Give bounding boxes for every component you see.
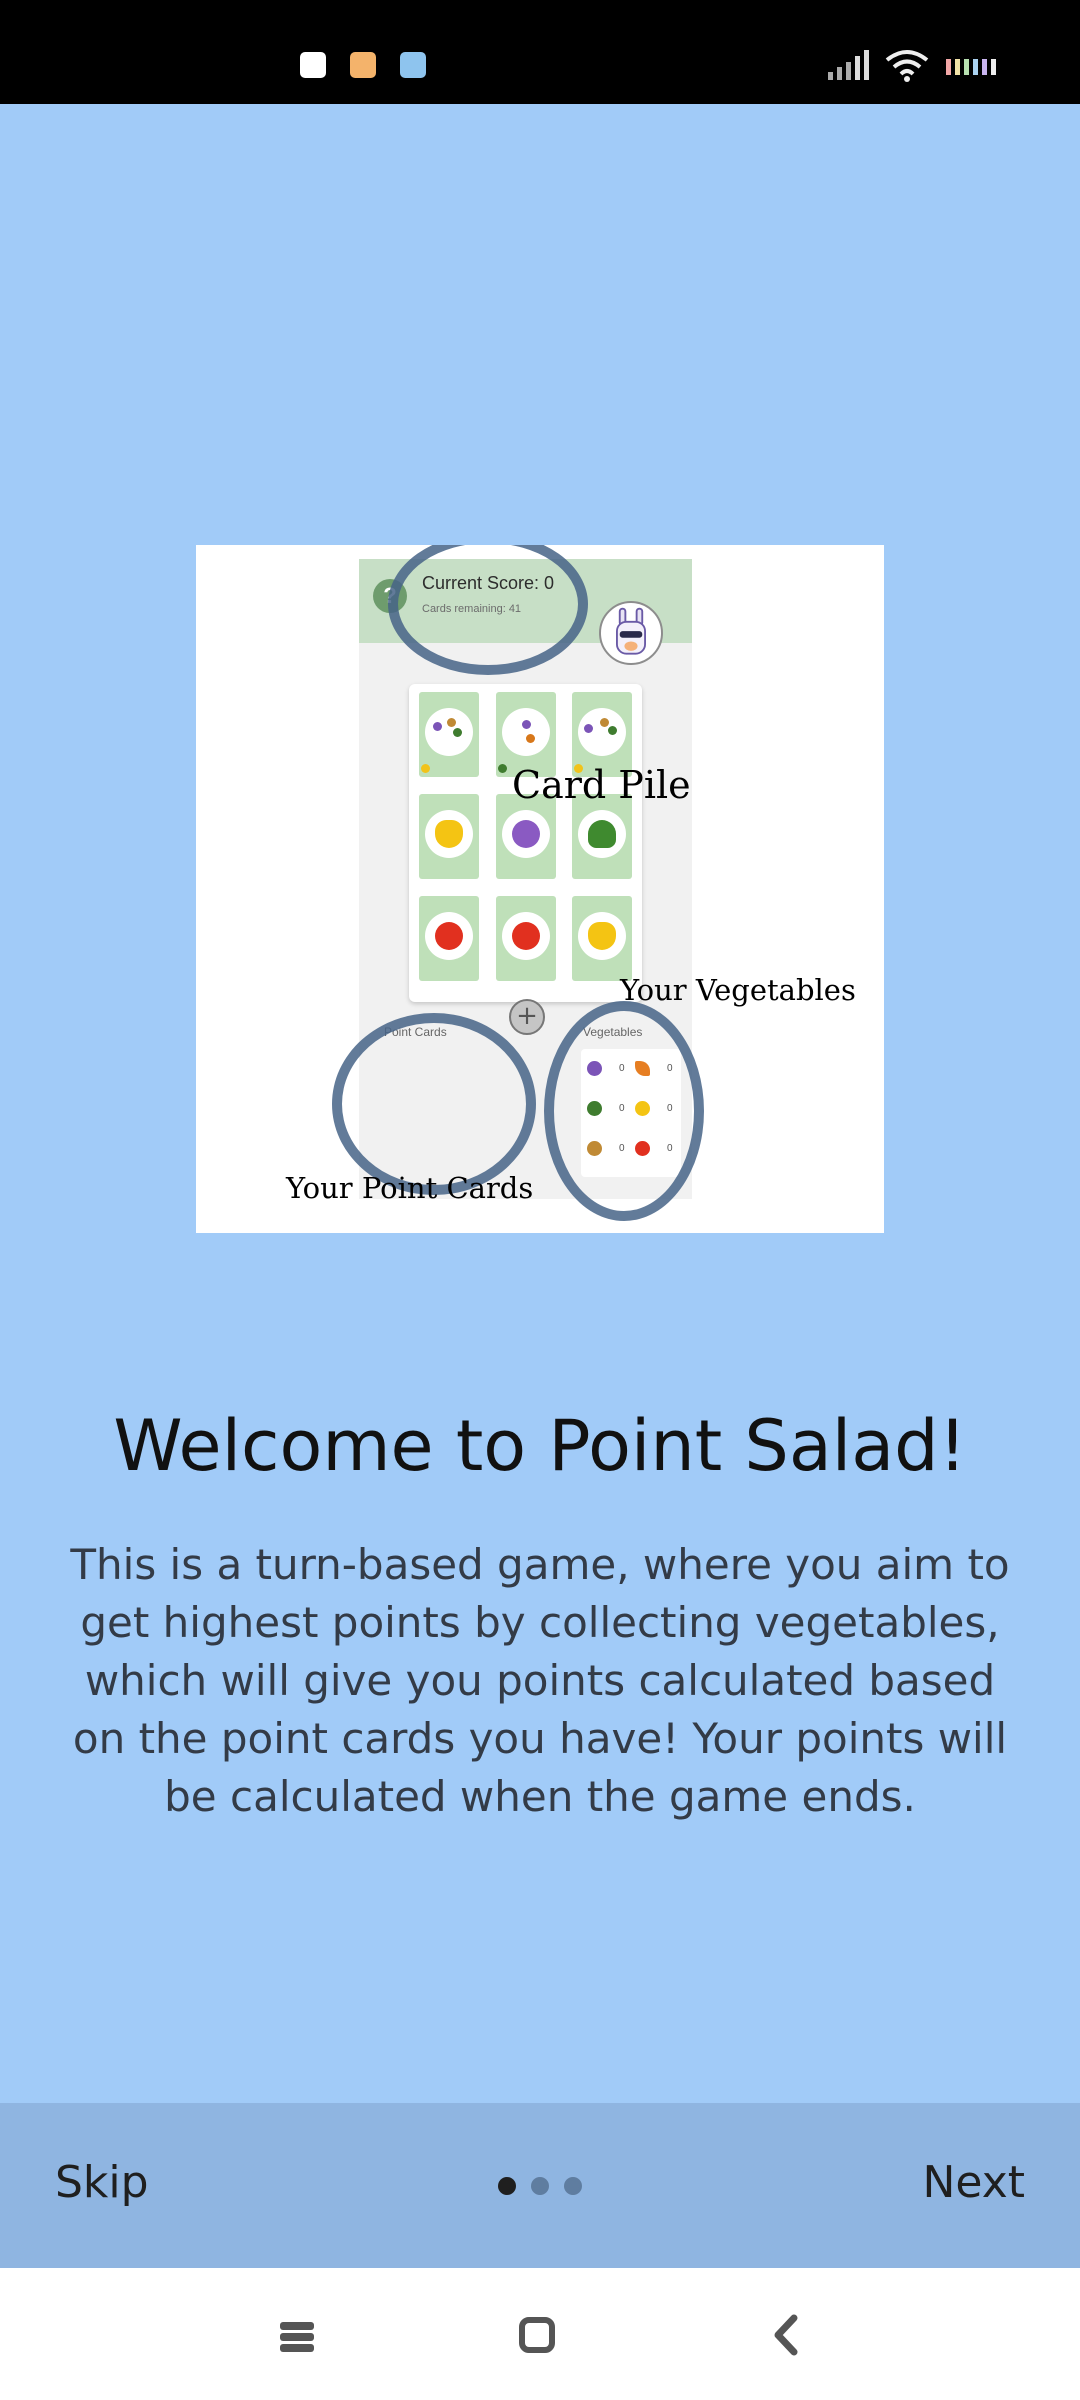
point-cards-highlight-ring [332, 1013, 536, 1195]
message-notification-icon [350, 52, 376, 78]
welcome-title: Welcome to Point Salad! [113, 1405, 967, 1487]
home-icon[interactable] [512, 2310, 562, 2360]
tomato-card [496, 896, 556, 981]
point-card [419, 692, 479, 777]
battery-icon [946, 59, 996, 75]
back-icon[interactable] [762, 2310, 812, 2360]
your-point-cards-annotation: Your Point Cards [286, 1171, 534, 1205]
mail-icon [400, 52, 426, 78]
system-nav-bar [0, 2268, 1080, 2400]
tutorial-illustration: ? Current Score: 0 Cards remaining: 41 +… [196, 545, 884, 1233]
card-pile-board [409, 684, 642, 1002]
your-vegetables-annotation: Your Vegetables [620, 973, 856, 1007]
status-bar [0, 0, 1080, 104]
next-button[interactable]: Next [922, 2157, 1025, 2208]
page-dot [564, 2177, 582, 2195]
recent-apps-icon[interactable] [272, 2310, 322, 2360]
onboarding-footer: Skip Next [0, 2103, 1080, 2268]
card-pile-annotation: Card Pile [512, 763, 691, 807]
add-icon: + [509, 999, 545, 1035]
pepper-card [572, 896, 632, 981]
app-notification-icon [300, 52, 326, 78]
signal-icon [828, 50, 869, 80]
wifi-icon [885, 50, 929, 82]
onboarding-description: This is a turn-based game, where you aim… [70, 1540, 1010, 1821]
vegetables-highlight-ring [544, 1001, 704, 1221]
tomato-card [419, 896, 479, 981]
page-dot [531, 2177, 549, 2195]
page-dot-active [498, 2177, 516, 2195]
llama-avatar-icon [599, 601, 663, 665]
skip-button[interactable]: Skip [55, 2157, 149, 2208]
page-indicator [498, 2177, 582, 2197]
pepper-card [419, 794, 479, 879]
